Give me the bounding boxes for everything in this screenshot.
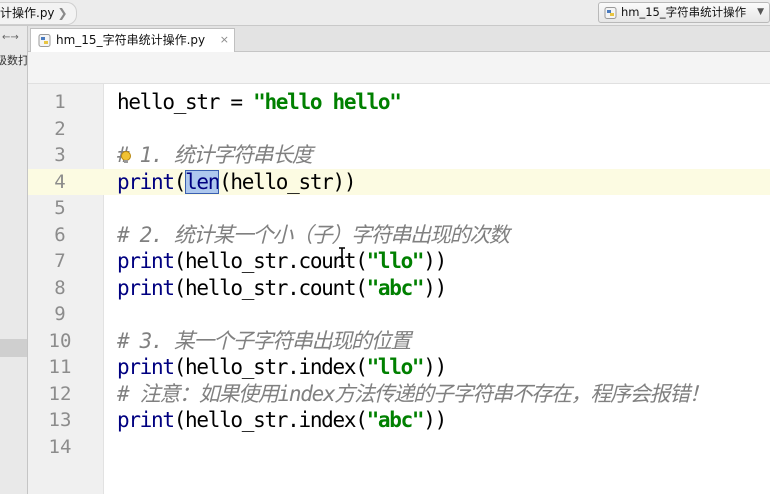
code-token: ( <box>173 170 187 194</box>
code-token: (hello_str.index( <box>173 408 368 432</box>
code-line[interactable]: 5 <box>28 195 770 221</box>
code-token: (hello_str)) <box>219 170 356 194</box>
line-number: 2 <box>54 118 66 140</box>
python-file-icon <box>604 7 617 19</box>
code-text[interactable]: print(hello_str.index("llo")) <box>117 354 447 380</box>
line-number: 11 <box>48 356 72 378</box>
code-token: hello_str = <box>117 90 254 114</box>
python-file-icon <box>38 34 51 47</box>
code-token: )) <box>423 355 447 379</box>
code-line[interactable]: 7 print(hello_str.count("llo")) <box>28 248 770 274</box>
code-line[interactable]: 4 print(len(hello_str)) <box>28 169 770 195</box>
breadcrumb[interactable]: 计操作.py ❯ <box>0 2 77 25</box>
code-token: )) <box>423 276 447 300</box>
editor-breadcrumb-strip <box>28 52 770 84</box>
code-text[interactable]: print(hello_str.index("abc")) <box>117 407 447 433</box>
code-line[interactable]: 3 # 1. 统计字符串长度 <box>28 142 770 168</box>
line-number: 7 <box>54 250 66 272</box>
code-line[interactable]: 9 <box>28 301 770 327</box>
code-text[interactable]: # 1. 统计字符串长度 <box>117 142 313 168</box>
editor-tab-strip: hm_15_字符串统计操作.py × <box>28 26 770 52</box>
navigation-bar: 计操作.py ❯ hm_15_字符串统计操作 ▼ <box>0 0 770 26</box>
line-number: 5 <box>54 197 66 219</box>
line-number: 9 <box>54 303 66 325</box>
code-token: print <box>117 249 175 273</box>
editor-tab-active[interactable]: hm_15_字符串统计操作.py × <box>30 28 235 52</box>
collapse-icon[interactable]: ←→ <box>2 32 19 43</box>
code-token: "abc" <box>366 408 425 432</box>
line-number: 10 <box>48 330 72 352</box>
code-line[interactable]: 14 <box>28 434 770 460</box>
intention-bulb-icon[interactable] <box>120 150 132 165</box>
line-number: 13 <box>48 409 72 431</box>
code-line[interactable]: 13 print(hello_str.index("abc")) <box>28 407 770 433</box>
project-tree-item[interactable]: 级数打 <box>0 52 27 68</box>
code-text[interactable]: hello_str = "hello hello" <box>117 89 402 115</box>
code-token: (hello_str.count( <box>173 276 368 300</box>
breadcrumb-file[interactable]: 计操作.py <box>0 6 55 20</box>
code-text[interactable]: # 2. 统计某一个小（子）字符串出现的次数 <box>117 222 510 248</box>
code-token: )) <box>423 408 447 432</box>
code-line[interactable]: 10 # 3. 某一个子字符串出现的位置 <box>28 328 770 354</box>
code-token: "llo" <box>366 249 425 273</box>
code-token: # 1. 统计字符串长度 <box>117 143 313 167</box>
project-tree-selected-row[interactable] <box>0 339 27 357</box>
code-token: len <box>185 170 220 194</box>
code-token: "abc" <box>366 276 425 300</box>
code-token: print <box>117 170 175 194</box>
text-cursor-icon <box>339 247 345 267</box>
code-line[interactable]: 6 # 2. 统计某一个小（子）字符串出现的次数 <box>28 222 770 248</box>
code-token: print <box>117 408 175 432</box>
code-text[interactable]: print(hello_str.count("abc")) <box>117 275 447 301</box>
code-token: print <box>117 355 175 379</box>
code-token: # 3. 某一个子字符串出现的位置 <box>117 329 411 353</box>
project-panel: ←→ 级数打 <box>0 26 28 494</box>
line-number: 14 <box>48 436 72 458</box>
code-text[interactable]: # 注意：如果使用index方法传递的子字符串不存在，程序会报错！ <box>117 381 710 407</box>
code-token: )) <box>423 249 447 273</box>
line-number: 12 <box>48 383 72 405</box>
code-text[interactable]: print(hello_str.count("llo")) <box>117 248 447 274</box>
run-configuration-selector[interactable]: hm_15_字符串统计操作 ▼ <box>598 2 770 23</box>
code-line[interactable]: 11 print(hello_str.index("llo")) <box>28 354 770 380</box>
code-text[interactable]: # 3. 某一个子字符串出现的位置 <box>117 328 411 354</box>
code-token: "llo" <box>366 355 425 379</box>
code-token: print <box>117 276 175 300</box>
code-token: (hello_str.index( <box>173 355 368 379</box>
line-number: 3 <box>54 144 66 166</box>
line-number: 1 <box>54 91 66 113</box>
code-token: # 注意：如果使用index方法传递的子字符串不存在，程序会报错！ <box>117 382 710 406</box>
editor-tab-label: hm_15_字符串统计操作.py <box>56 33 206 47</box>
chevron-right-icon: ❯ <box>57 6 68 20</box>
code-line[interactable]: 2 <box>28 116 770 142</box>
run-configuration-label: hm_15_字符串统计操作 <box>621 5 747 19</box>
dropdown-arrow-icon[interactable]: ▼ <box>757 3 764 22</box>
code-line[interactable]: 12 # 注意：如果使用index方法传递的子字符串不存在，程序会报错！ <box>28 381 770 407</box>
code-line[interactable]: 1 hello_str = "hello hello" <box>28 89 770 115</box>
code-text[interactable]: print(len(hello_str)) <box>117 169 357 195</box>
code-token: # 2. 统计某一个小（子）字符串出现的次数 <box>117 223 510 247</box>
code-token: "hello hello" <box>253 90 402 114</box>
code-line[interactable]: 8 print(hello_str.count("abc")) <box>28 275 770 301</box>
close-icon[interactable]: × <box>220 29 229 51</box>
line-number: 6 <box>54 224 66 246</box>
line-number: 8 <box>54 277 66 299</box>
line-number: 4 <box>54 171 66 193</box>
